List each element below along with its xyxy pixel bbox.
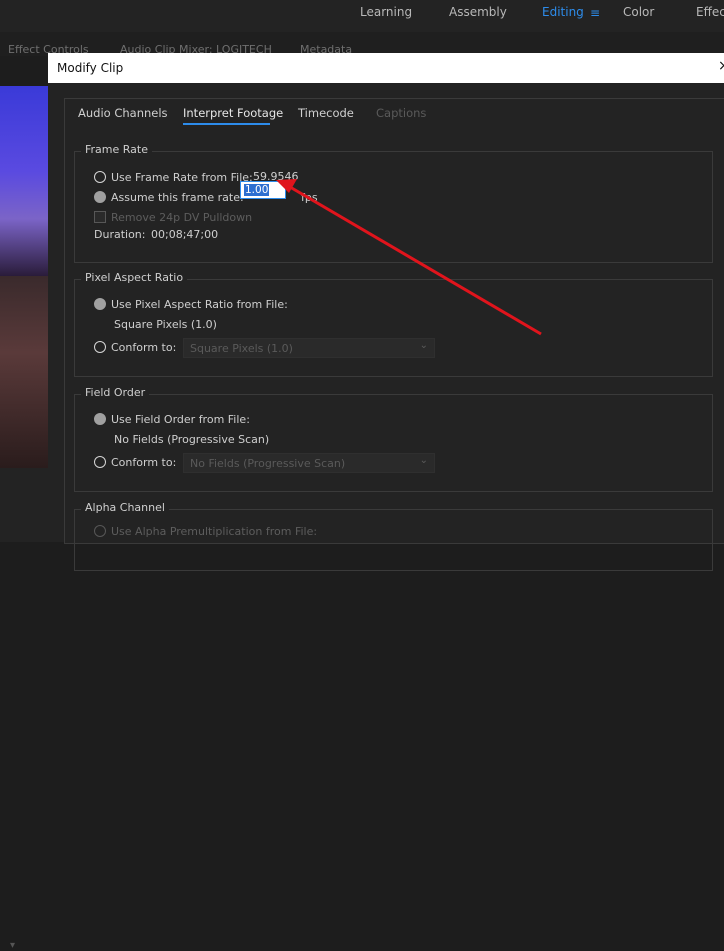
- tab-audio-channels[interactable]: Audio Channels: [78, 106, 168, 120]
- chevron-down-icon: ⌄: [419, 340, 428, 351]
- dialog-content: Audio Channels Interpret Footage Timecod…: [64, 98, 724, 571]
- workspace-bar: Learning Assembly Editing ≡ Color Effect…: [0, 0, 724, 32]
- use-field-order-label: Use Field Order from File:: [111, 413, 250, 426]
- pixel-aspect-file-value: Square Pixels (1.0): [114, 318, 217, 331]
- use-pixel-aspect-radio[interactable]: [94, 298, 106, 310]
- program-monitor-preview: [0, 86, 48, 468]
- use-field-order-radio[interactable]: [94, 413, 106, 425]
- use-frame-rate-label: Use Frame Rate from File:: [111, 171, 253, 184]
- field-order-file-value: No Fields (Progressive Scan): [114, 433, 270, 446]
- field-order-title: Field Order: [81, 386, 150, 399]
- assume-frame-rate-radio[interactable]: [94, 191, 106, 203]
- field-order-dropdown: No Fields (Progressive Scan) ⌄: [183, 453, 435, 473]
- video-frame-bottom: [0, 276, 48, 468]
- duration-value: 00;08;47;00: [151, 228, 219, 241]
- remove-pulldown-label: Remove 24p DV Pulldown: [111, 211, 253, 224]
- alpha-channel-section: Alpha Channel: [74, 501, 713, 571]
- tab-captions: Captions: [376, 106, 427, 120]
- monitor-controls: ▾: [0, 468, 48, 951]
- frame-rate-section: Frame Rate: [74, 143, 713, 263]
- workspace-assembly[interactable]: Assembly: [449, 5, 507, 19]
- pixel-aspect-dropdown-value: Square Pixels (1.0): [190, 342, 293, 355]
- alpha-channel-title: Alpha Channel: [81, 501, 169, 514]
- workspace-effects[interactable]: Effects: [696, 5, 724, 19]
- workspace-editing[interactable]: Editing: [542, 5, 584, 19]
- use-pixel-aspect-label: Use Pixel Aspect Ratio from File:: [111, 298, 288, 311]
- conform-pixel-aspect-label: Conform to:: [111, 341, 177, 354]
- dialog-title: Modify Clip: [57, 61, 124, 75]
- conform-field-order-radio[interactable]: [94, 456, 106, 468]
- tab-timecode[interactable]: Timecode: [298, 106, 354, 120]
- duration-label: Duration:: [94, 228, 146, 241]
- close-icon[interactable]: ×: [718, 58, 724, 74]
- use-alpha-label: Use Alpha Premultiplication from File:: [111, 525, 318, 538]
- video-frame-top: [0, 86, 48, 276]
- frame-rate-input[interactable]: 1.00: [240, 181, 286, 199]
- field-order-dropdown-value: No Fields (Progressive Scan): [190, 457, 346, 470]
- remove-pulldown-checkbox: [94, 211, 106, 223]
- conform-field-order-label: Conform to:: [111, 456, 177, 469]
- chevron-down-icon[interactable]: ▾: [10, 940, 15, 951]
- tab-interpret-footage[interactable]: Interpret Footage: [183, 106, 283, 120]
- pixel-aspect-dropdown: Square Pixels (1.0) ⌄: [183, 338, 435, 358]
- pixel-aspect-title: Pixel Aspect Ratio: [81, 271, 188, 284]
- use-alpha-radio: [94, 525, 106, 537]
- modify-clip-dialog: Modify Clip × Audio Channels Interpret F…: [48, 53, 724, 571]
- frame-rate-input-value: 1.00: [244, 184, 270, 196]
- assume-frame-rate-label: Assume this frame rate:: [111, 191, 244, 204]
- fps-unit-label: fps: [301, 191, 318, 204]
- workspace-learning[interactable]: Learning: [360, 5, 412, 19]
- workspace-color[interactable]: Color: [623, 5, 654, 19]
- dialog-titlebar: Modify Clip ×: [48, 53, 724, 83]
- active-tab-indicator: [183, 123, 270, 125]
- conform-pixel-aspect-radio[interactable]: [94, 341, 106, 353]
- use-frame-rate-radio[interactable]: [94, 171, 106, 183]
- workspace-menu-icon[interactable]: ≡: [590, 6, 600, 20]
- chevron-down-icon: ⌄: [419, 455, 428, 466]
- frame-rate-title: Frame Rate: [81, 143, 152, 156]
